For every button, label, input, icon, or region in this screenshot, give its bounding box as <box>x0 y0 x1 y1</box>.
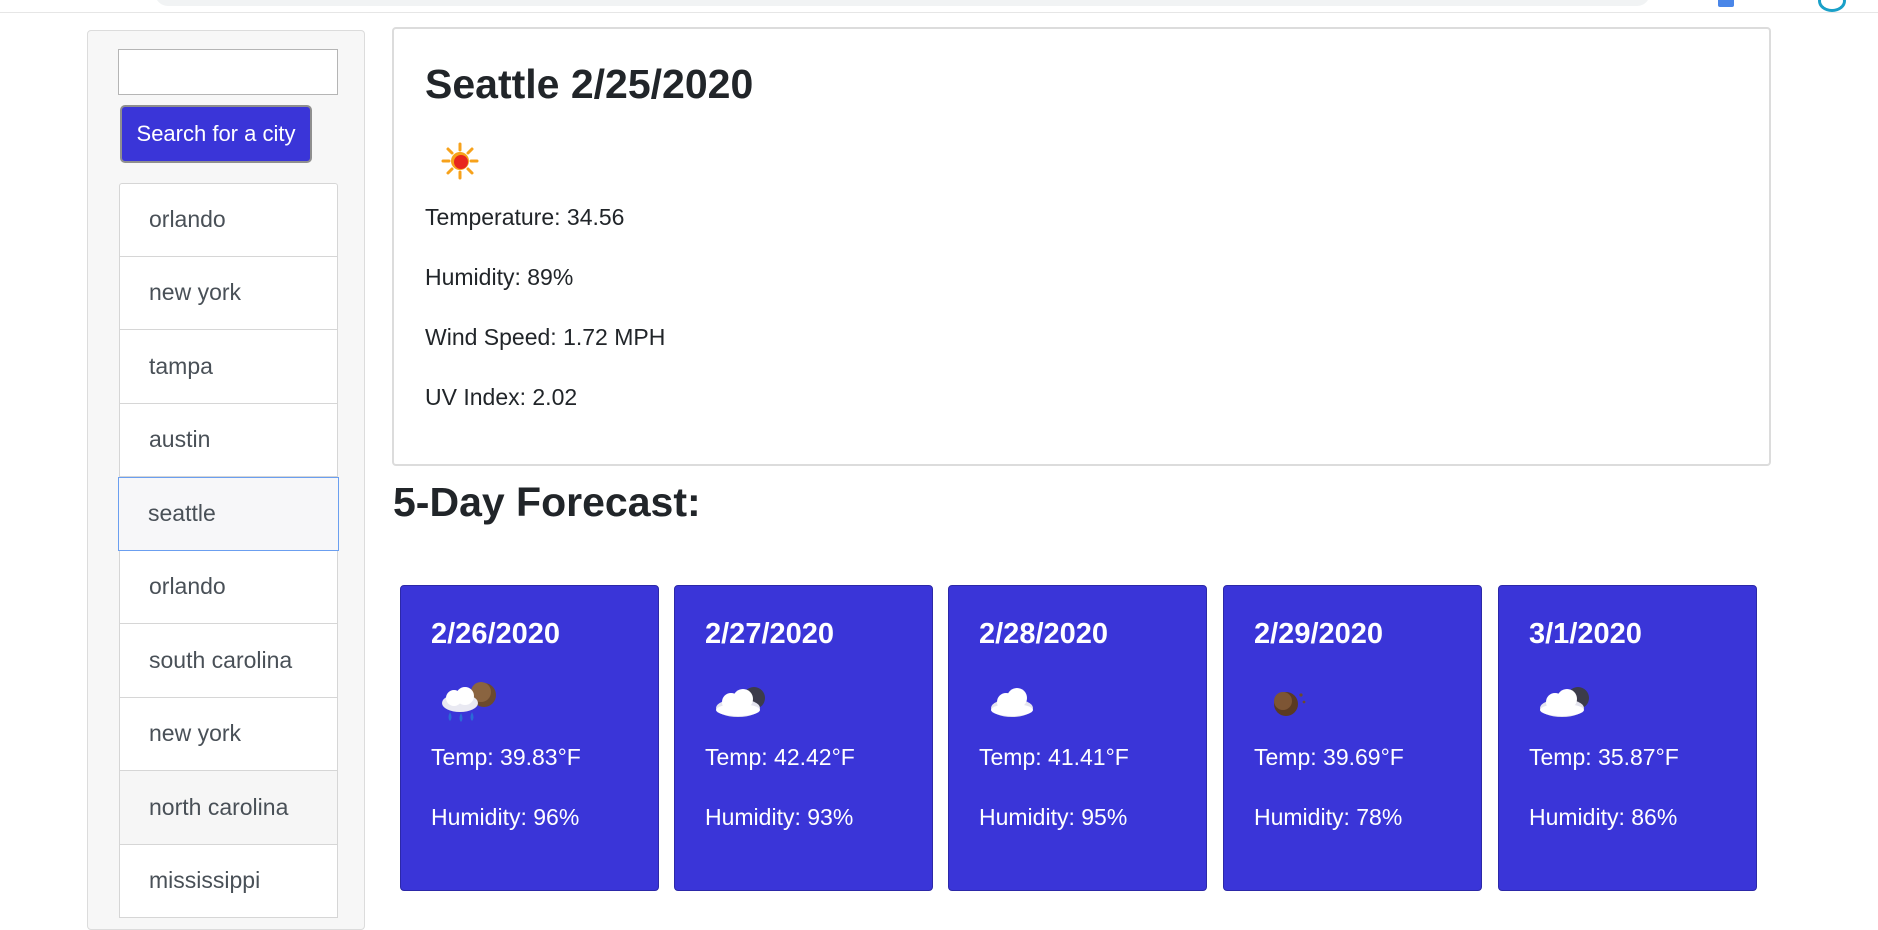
history-item-orlando[interactable]: orlando <box>119 183 338 257</box>
forecast-date: 2/29/2020 <box>1254 618 1384 650</box>
current-humidity: Humidity: 89% <box>425 264 574 290</box>
history-item-tampa[interactable]: tampa <box>119 330 338 404</box>
sidebar: Search for a city orlando new york tampa… <box>87 30 365 930</box>
history-item-mississippi[interactable]: mississippi <box>119 844 338 918</box>
city-search-input[interactable] <box>118 49 338 95</box>
profile-icon[interactable] <box>1818 0 1846 12</box>
moon-icon <box>1274 692 1306 716</box>
history-item-south-carolina[interactable]: south carolina <box>119 624 338 698</box>
forecast-card: 2/26/2020 Temp: 39.83°F Humidity: 96% <box>400 585 659 891</box>
cloud-night-icon <box>1540 687 1589 717</box>
forecast-humidity: Humidity: 95% <box>979 804 1128 830</box>
forecast-card: 2/27/2020 Temp: 42.42°F Humidity: 93% <box>674 585 933 891</box>
current-temperature: Temperature: 34.56 <box>425 204 625 230</box>
current-wind-speed: Wind Speed: 1.72 MPH <box>425 324 666 350</box>
address-bar[interactable] <box>155 0 1650 6</box>
forecast-temp: Temp: 39.69°F <box>1254 744 1404 770</box>
browser-top-strip <box>0 0 1878 13</box>
forecast-temp: Temp: 41.41°F <box>979 744 1129 770</box>
forecast-date: 2/27/2020 <box>705 618 835 650</box>
current-uv-index: UV Index: 2.02 <box>425 384 578 410</box>
forecast-card: 3/1/2020 Temp: 35.87°F Humidity: 86% <box>1498 585 1757 891</box>
cloud-night-icon <box>716 687 765 717</box>
history-item-north-carolina[interactable]: north carolina <box>119 771 338 845</box>
forecast-date: 2/26/2020 <box>431 618 561 650</box>
forecast-temp: Temp: 39.83°F <box>431 744 581 770</box>
history-item-seattle[interactable]: seattle <box>118 477 339 551</box>
forecast-humidity: Humidity: 86% <box>1529 804 1678 830</box>
forecast-date: 2/28/2020 <box>979 618 1109 650</box>
forecast-temp: Temp: 42.42°F <box>705 744 855 770</box>
forecast-temp: Temp: 35.87°F <box>1529 744 1679 770</box>
sun-icon <box>441 142 479 180</box>
forecast-humidity: Humidity: 96% <box>431 804 580 830</box>
rain-night-icon <box>442 682 496 722</box>
forecast-heading: 5-Day Forecast: <box>393 479 701 525</box>
extension-icon[interactable] <box>1718 0 1734 7</box>
forecast-humidity: Humidity: 78% <box>1254 804 1403 830</box>
forecast-card: 2/29/2020 Temp: 39.69°F Humidity: 78% <box>1223 585 1482 891</box>
history-item-new-york[interactable]: new york <box>119 697 338 771</box>
current-city-title: Seattle 2/25/2020 <box>425 61 754 107</box>
current-weather-card: Seattle 2/25/2020 Temperature: 34.56 Hum… <box>392 27 1771 466</box>
history-item-orlando[interactable]: orlando <box>119 550 338 624</box>
search-city-button[interactable]: Search for a city <box>120 105 312 163</box>
search-history-list: orlando new york tampa austin seattle or… <box>118 183 339 918</box>
history-item-new-york[interactable]: new york <box>119 256 338 330</box>
cloud-icon <box>991 688 1033 717</box>
history-item-austin[interactable]: austin <box>119 403 338 477</box>
forecast-date: 3/1/2020 <box>1529 618 1642 650</box>
forecast-card: 2/28/2020 Temp: 41.41°F Humidity: 95% <box>948 585 1207 891</box>
forecast-humidity: Humidity: 93% <box>705 804 854 830</box>
